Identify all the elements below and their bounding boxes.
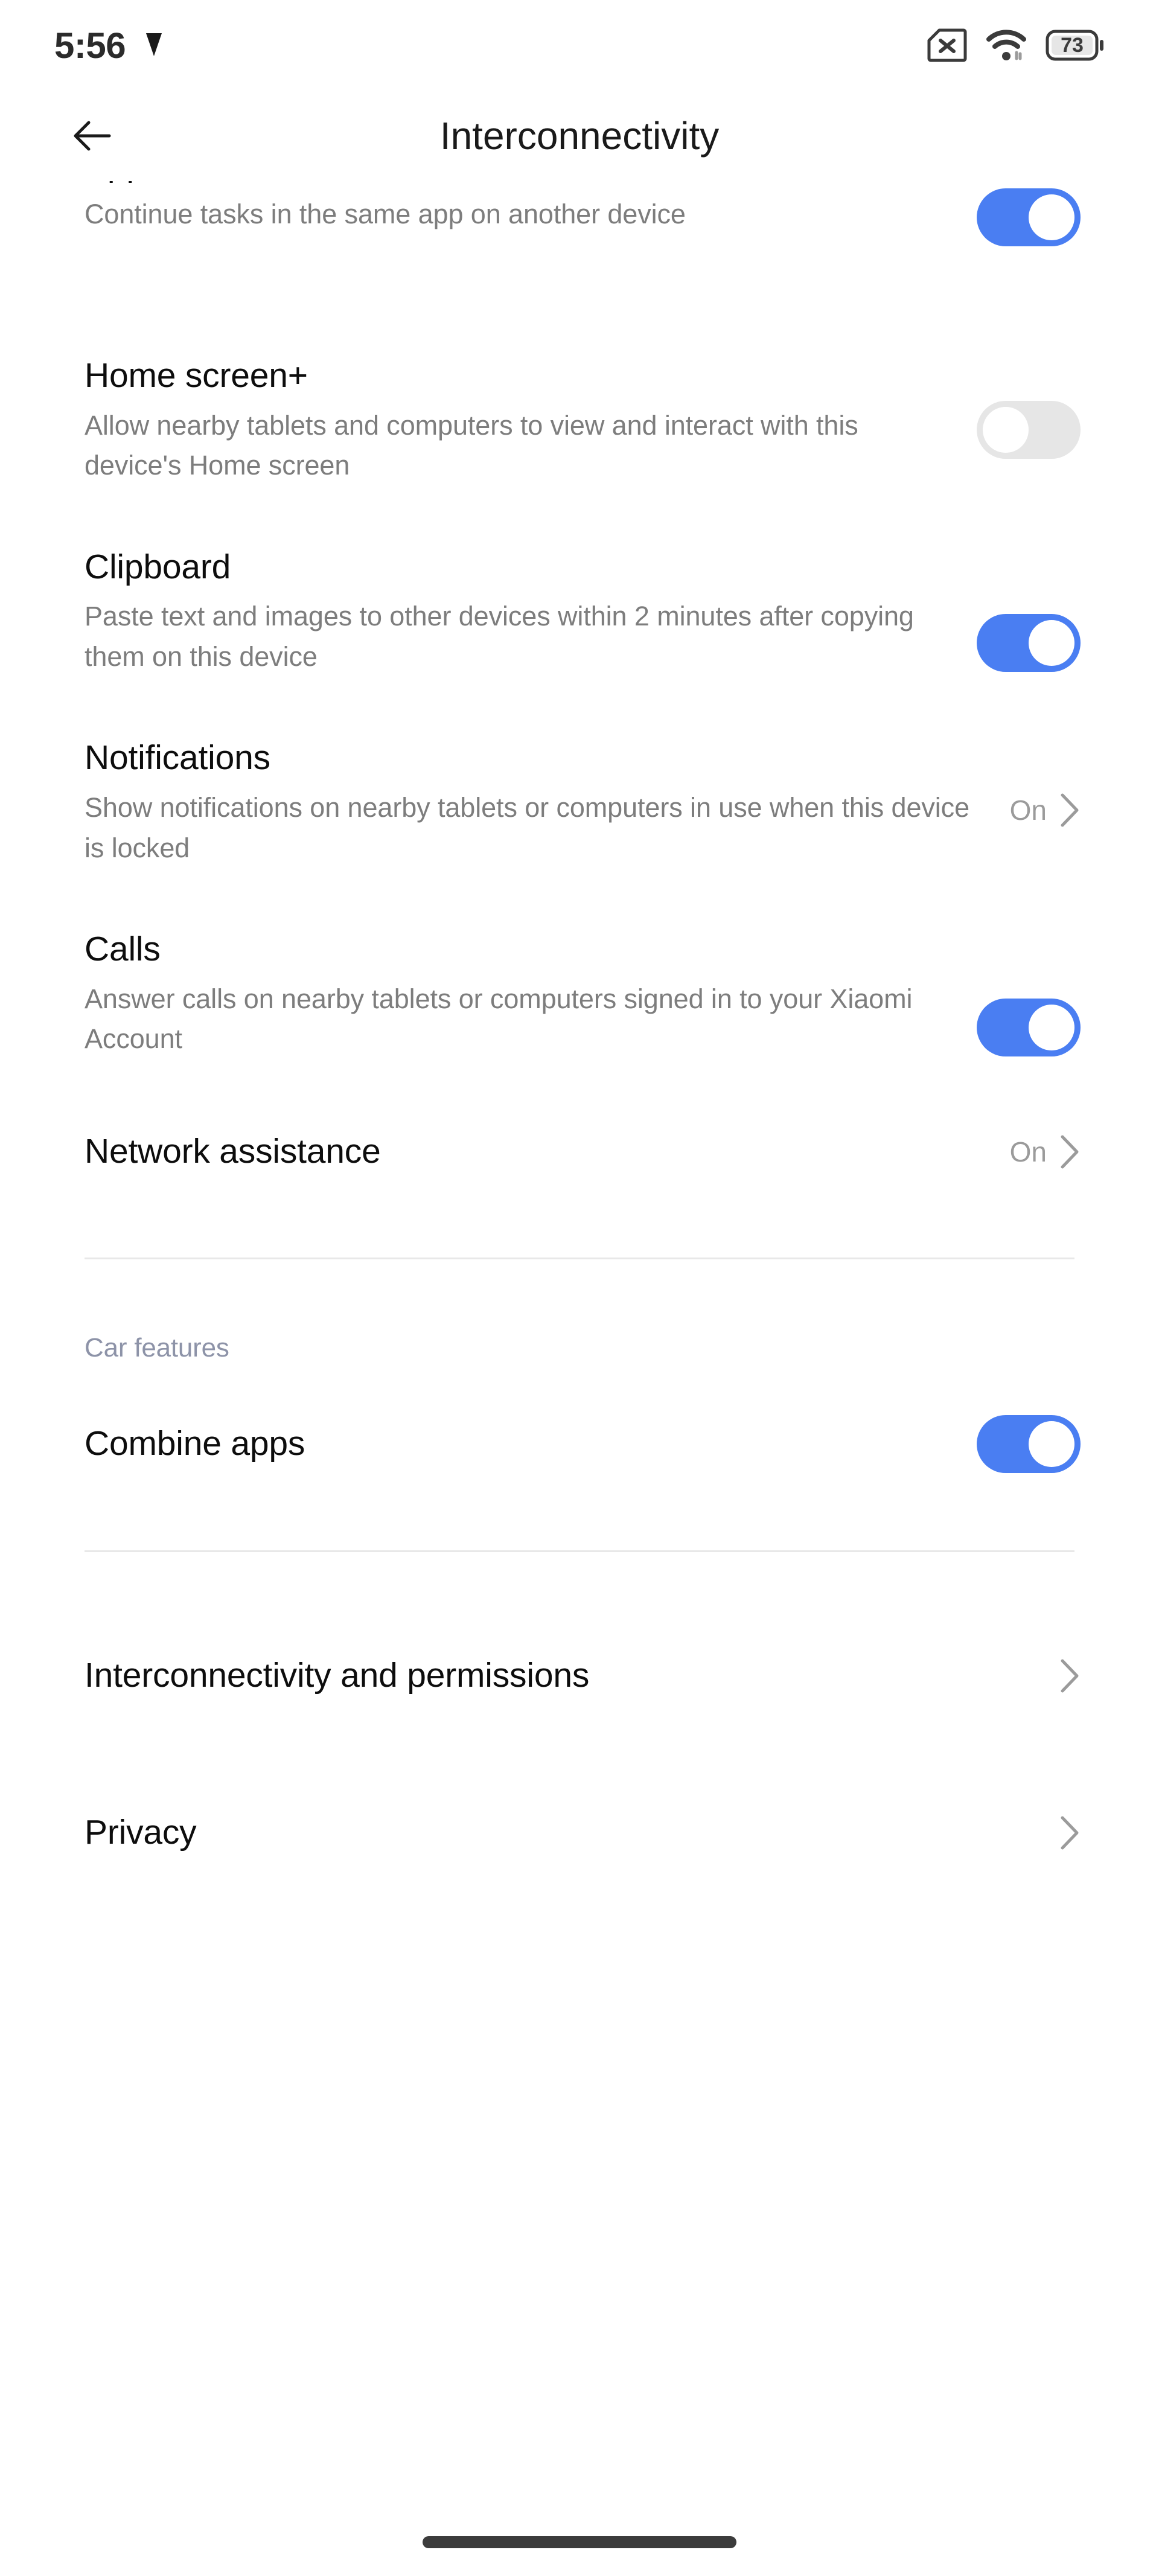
settings-row-privacy[interactable]: Privacy (0, 1806, 1159, 1860)
row-description: Continue tasks in the same app on anothe… (85, 198, 686, 229)
row-title: Network assistance (85, 1132, 381, 1171)
row-description: Show notifications on nearby tablets or … (85, 791, 970, 863)
row-text-block: Clipboard Paste text and images to other… (85, 546, 977, 677)
row-text-block: Notifications Show notifications on near… (85, 737, 1010, 868)
wifi-icon (985, 28, 1027, 62)
status-bar-right: 73 (927, 28, 1105, 62)
status-bar-left: 5:56 (54, 25, 167, 66)
toggle-knob (1029, 1005, 1074, 1051)
home-indicator[interactable] (423, 2536, 736, 2548)
settings-row-combine-apps[interactable]: Combine apps (0, 1414, 1159, 1473)
app-bar: Interconnectivity (0, 91, 1159, 181)
toggle-knob (1029, 619, 1074, 666)
toggle-knob (983, 407, 1029, 453)
row-spacer (0, 868, 1159, 928)
row-control: On (1010, 793, 1081, 828)
row-text-block: Calls Answer calls on nearby tablets or … (85, 928, 977, 1059)
battery-icon: 73 (1046, 30, 1105, 61)
row-description: Allow nearby tablets and computers to vi… (85, 409, 858, 481)
settings-row-notifications[interactable]: Notifications Show notifications on near… (0, 737, 1159, 868)
row-text-block: Home screen+ Allow nearby tablets and co… (85, 355, 977, 486)
row-title: Combine apps (85, 1424, 305, 1463)
row-spacer (0, 1059, 1159, 1125)
row-text-block: Apps Continue tasks in the same app on a… (85, 181, 977, 234)
row-control (977, 188, 1081, 246)
row-control (977, 1414, 1081, 1473)
row-title: Calls (85, 930, 161, 969)
back-button[interactable] (65, 109, 120, 163)
row-spacer (0, 1259, 1159, 1333)
row-text-block: Privacy (85, 1812, 1060, 1854)
toggle-home-screen-plus[interactable] (977, 401, 1081, 459)
row-control (1060, 1815, 1081, 1850)
row-spacer (0, 486, 1159, 546)
row-text-block: Interconnectivity and permissions (85, 1655, 1060, 1697)
row-title: Home screen+ (85, 356, 308, 395)
settings-row-calls[interactable]: Calls Answer calls on nearby tablets or … (0, 928, 1159, 1059)
section-header-car-features: Car features (85, 1332, 229, 1363)
toggle-knob (1029, 1421, 1074, 1467)
row-control (1060, 1658, 1081, 1693)
row-title: Privacy (85, 1813, 197, 1852)
chevron-right-icon (1061, 1659, 1079, 1693)
arrow-left-icon (74, 121, 111, 151)
sim-card-off-icon (927, 28, 967, 62)
toggle-apps[interactable] (977, 188, 1081, 246)
row-control (977, 401, 1081, 459)
row-title: Clipboard (85, 547, 231, 586)
settings-row-network-assistance[interactable]: Network assistance On (0, 1125, 1159, 1179)
row-control (977, 999, 1081, 1057)
row-title: Notifications (85, 738, 270, 778)
row-spacer (0, 1552, 1159, 1649)
row-control: On (1010, 1134, 1081, 1169)
row-description: Paste text and images to other devices w… (85, 601, 914, 672)
row-spacer (0, 1703, 1159, 1806)
chevron-right-icon (1061, 1135, 1079, 1169)
row-control (977, 613, 1081, 672)
status-bar-clock: 5:56 (54, 25, 126, 66)
row-spacer (0, 308, 1159, 355)
chevron-right-icon (1061, 793, 1079, 827)
row-value: On (1009, 1136, 1047, 1168)
settings-row-home-screen-plus[interactable]: Home screen+ Allow nearby tablets and co… (0, 355, 1159, 486)
row-text-block: Combine apps (85, 1423, 977, 1465)
toggle-clipboard[interactable] (977, 613, 1081, 672)
row-spacer (0, 677, 1159, 737)
chevron-right-icon (1061, 1816, 1079, 1850)
battery-level-label: 73 (1061, 33, 1084, 57)
row-description: Answer calls on nearby tablets or comput… (85, 983, 913, 1055)
row-title: Interconnectivity and permissions (85, 1656, 590, 1695)
row-text-block: Network assistance (85, 1131, 1010, 1173)
toggle-combine-apps[interactable] (977, 1414, 1081, 1473)
row-spacer (0, 1179, 1159, 1258)
row-value: On (1009, 794, 1047, 826)
status-bar: 5:56 73 (0, 0, 1159, 91)
settings-list[interactable]: Apps Continue tasks in the same app on a… (0, 181, 1159, 1860)
settings-row-apps[interactable]: Apps Continue tasks in the same app on a… (0, 181, 1159, 308)
page-title: Interconnectivity (439, 114, 720, 158)
settings-row-clipboard[interactable]: Clipboard Paste text and images to other… (0, 546, 1159, 677)
toggle-calls[interactable] (977, 999, 1081, 1057)
alarm-clock-icon (141, 33, 167, 58)
row-title: Apps (85, 181, 953, 186)
settings-row-interconnectivity-and-permissions[interactable]: Interconnectivity and permissions (0, 1649, 1159, 1703)
row-spacer (0, 1473, 1159, 1550)
toggle-knob (1029, 194, 1074, 240)
row-spacer (0, 1363, 1159, 1415)
